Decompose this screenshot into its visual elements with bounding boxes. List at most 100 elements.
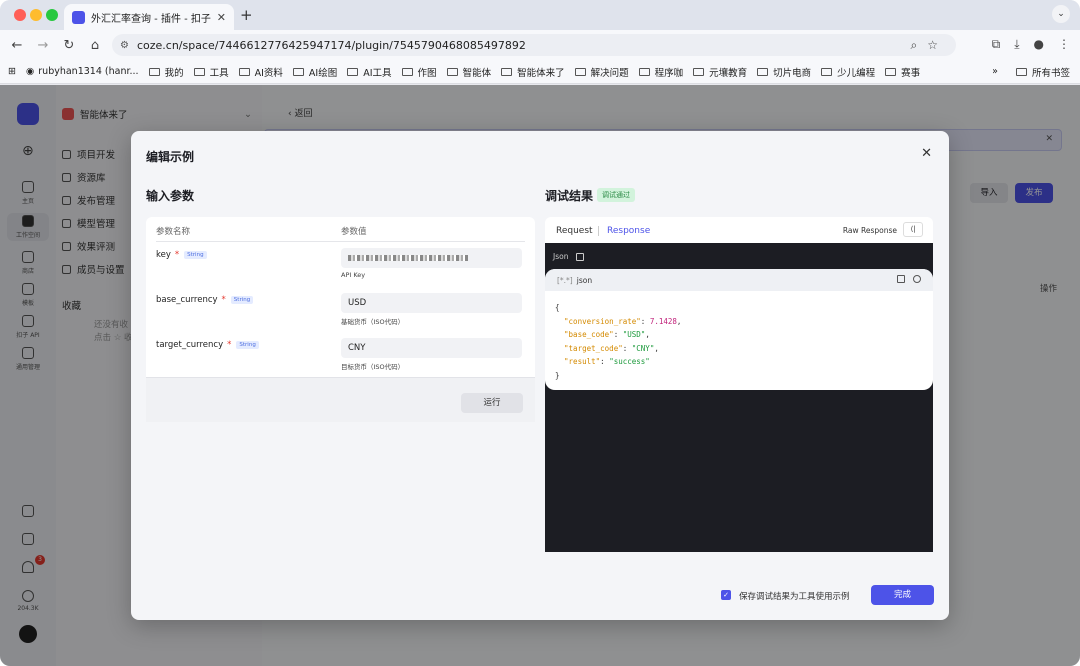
- key-value-input[interactable]: [341, 248, 522, 268]
- bookmark-folder[interactable]: AI绘图: [292, 65, 337, 79]
- copy-icon[interactable]: [897, 275, 905, 283]
- folder-icon: [446, 67, 458, 76]
- status-badge: 调试通过: [597, 188, 635, 202]
- bookmark-folder[interactable]: 我的: [148, 65, 184, 79]
- folder-icon: [238, 67, 250, 76]
- apps-grid-icon[interactable]: ⊞: [8, 66, 16, 77]
- close-window-button[interactable]: [14, 9, 26, 21]
- param-name-key: key * String: [156, 250, 207, 260]
- copy-icon[interactable]: [576, 252, 585, 261]
- folder-icon: [292, 67, 304, 76]
- bookmark-folder[interactable]: AI资料: [238, 65, 283, 79]
- base-currency-input[interactable]: USD: [341, 293, 522, 313]
- tab-menu-chevron-icon[interactable]: ⌄: [1052, 5, 1070, 23]
- debug-result-title: 调试结果: [545, 189, 594, 203]
- folder-icon: [501, 67, 513, 76]
- bookmark-folder[interactable]: AI工具: [347, 65, 392, 79]
- all-bookmarks[interactable]: 所有书签: [1015, 65, 1070, 79]
- save-example-checkbox[interactable]: ✓: [721, 590, 731, 600]
- done-button[interactable]: 完成: [871, 585, 934, 605]
- bookmark-github[interactable]: ◉ rubyhan1314 (hanr...: [26, 66, 139, 77]
- folder-icon: [693, 67, 705, 76]
- browser-tab[interactable]: 外汇汇率查询 - 插件 - 扣子 ✕: [64, 4, 234, 30]
- browser-menu-icon[interactable]: ⋮: [1058, 37, 1070, 52]
- wrap-icon[interactable]: [913, 275, 921, 283]
- tab-request[interactable]: Request: [556, 226, 593, 236]
- param-desc: 基础货币（ISO代码）: [341, 318, 405, 326]
- code-language: [*.*] json: [557, 276, 593, 285]
- col-header-value: 参数值: [341, 227, 367, 237]
- tab-bar: 外汇汇率查询 - 插件 - 扣子 ✕ + ⌄: [0, 0, 1080, 30]
- col-header-name: 参数名称: [156, 227, 191, 237]
- run-button[interactable]: 运行: [461, 393, 523, 413]
- param-desc: 目标货币（ISO代码）: [341, 363, 405, 371]
- bookmark-folder[interactable]: 少儿编程: [821, 65, 875, 79]
- bookmark-folder[interactable]: 解决问题: [574, 65, 629, 79]
- input-params-title: 输入参数: [146, 189, 195, 203]
- bookmark-folder[interactable]: 智能体来了: [501, 65, 565, 79]
- new-tab-icon[interactable]: +: [240, 6, 253, 24]
- tab-title: 外汇汇率查询 - 插件 - 扣子: [91, 13, 211, 25]
- folder-icon: [347, 67, 359, 76]
- json-content: { "conversion_rate": 7.1428, "base_code"…: [555, 303, 682, 380]
- forward-arrow-icon[interactable]: →: [30, 38, 56, 53]
- code-tag: [*.*]: [557, 276, 573, 285]
- toolbar-right: ⧉ ⤓ ● ⋮: [992, 37, 1070, 52]
- param-name-base-currency: base_currency * String: [156, 295, 254, 305]
- back-arrow-icon[interactable]: ←: [4, 38, 30, 53]
- required-mark: *: [227, 340, 232, 350]
- folder-icon: [401, 67, 413, 76]
- bookmark-folder[interactable]: 工具: [193, 65, 229, 79]
- coze-favicon-icon: [72, 10, 85, 24]
- result-tabs: Request Response Raw Response ⟨|: [545, 217, 933, 243]
- reload-icon[interactable]: ↻: [56, 38, 82, 53]
- dialog-title: 编辑示例: [146, 150, 195, 164]
- bookmark-folder[interactable]: 元壤教育: [693, 65, 747, 79]
- bookmark-folder[interactable]: 程序咖: [638, 65, 683, 79]
- bookmark-folder[interactable]: 作图: [401, 65, 437, 79]
- bookmark-star-icon[interactable]: ☆: [927, 38, 948, 52]
- bookmarks-bar: ⊞ ◉ rubyhan1314 (hanr... 我的 工具 AI资料 AI绘图 …: [0, 60, 1080, 84]
- type-tag: String: [236, 341, 259, 349]
- minimize-window-button[interactable]: [30, 9, 42, 21]
- bookmarks-more[interactable]: »: [992, 66, 998, 77]
- bookmark-folder[interactable]: 赛事: [885, 65, 920, 79]
- close-icon[interactable]: ✕: [921, 146, 932, 161]
- target-currency-input[interactable]: CNY: [341, 338, 522, 358]
- maximize-window-button[interactable]: [46, 9, 58, 21]
- raw-response-label: Raw Response: [842, 226, 897, 235]
- bookmark-folder[interactable]: 切片电商: [757, 65, 811, 79]
- header-divider: [156, 241, 525, 242]
- bookmark-folder[interactable]: 智能体: [446, 65, 491, 79]
- folder-icon: [574, 67, 586, 76]
- folder-icon: [885, 67, 897, 76]
- extensions-icon[interactable]: ⧉: [992, 37, 1001, 52]
- url-text: coze.cn/space/7446612776425947174/plugin…: [136, 38, 526, 52]
- json-result: "success": [609, 357, 650, 366]
- folder-icon: [148, 67, 160, 76]
- response-panel: Json [*.*] json { "conversion_rate": 7.14…: [545, 243, 933, 552]
- save-example-label: 保存调试结果为工具使用示例: [739, 592, 850, 602]
- home-icon[interactable]: ⌂: [82, 38, 108, 53]
- param-name-target-currency: target_currency * String: [156, 340, 259, 350]
- edit-example-dialog: 编辑示例 ✕ 输入参数 调试结果 调试通过 参数名称 参数值 key * Strin…: [131, 131, 949, 620]
- download-icon[interactable]: ⤓: [1014, 37, 1019, 52]
- profile-avatar-icon[interactable]: ●: [1034, 37, 1044, 52]
- github-icon: ◉: [25, 66, 35, 77]
- site-settings-icon[interactable]: ⚙: [120, 40, 129, 51]
- browser-window: 外汇汇率查询 - 插件 - 扣子 ✕ + ⌄ ← → ↻ ⌂ ⚙ coze.cn…: [0, 0, 1080, 666]
- folder-icon: [757, 67, 769, 76]
- tab-divider: [598, 226, 599, 236]
- format-label: Json: [553, 252, 585, 261]
- folder-icon: [1015, 67, 1027, 76]
- json-code-block: [*.*] json { "conversion_rate": 7.1428, "…: [545, 269, 933, 390]
- type-tag: String: [230, 296, 254, 304]
- required-mark: *: [221, 295, 226, 305]
- json-base-code: "USD": [622, 330, 646, 339]
- address-bar[interactable]: ⚙ coze.cn/space/7446612776425947174/plug…: [112, 34, 956, 56]
- raw-response-toggle-icon[interactable]: ⟨|: [903, 222, 923, 237]
- address-actions: ⌕☆: [911, 38, 949, 53]
- tab-response[interactable]: Response: [607, 226, 650, 236]
- zoom-icon[interactable]: ⌕: [911, 38, 928, 52]
- close-tab-icon[interactable]: ✕: [217, 11, 226, 24]
